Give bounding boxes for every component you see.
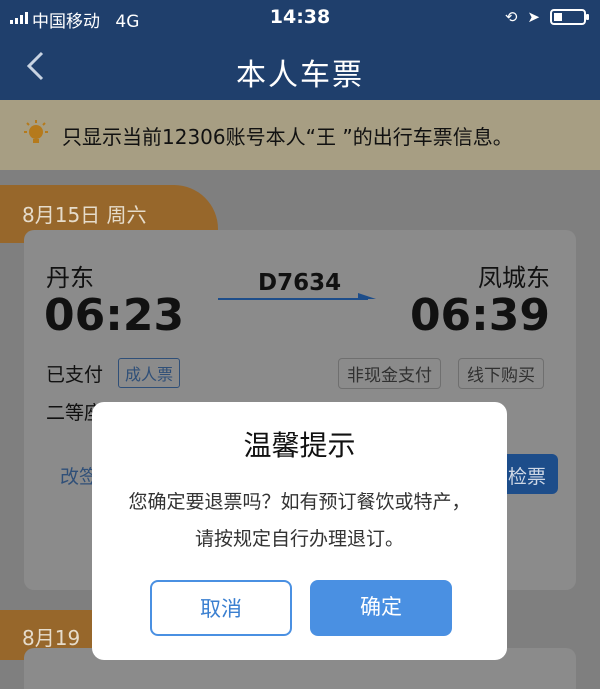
payment-method-tag: 非现金支付 — [338, 358, 441, 389]
date-label: 8月19 — [22, 626, 81, 650]
arrival-time: 06:39 — [409, 290, 550, 341]
cancel-button[interactable]: 取消 — [150, 580, 292, 636]
departure-station: 丹东 — [46, 264, 94, 292]
nav-bar: 本人车票 — [0, 36, 600, 100]
purchase-channel-tag: 线下购买 — [458, 358, 544, 389]
date-label: 8月15日 周六 — [22, 203, 147, 227]
rotation-lock-icon: ⟲ — [504, 8, 518, 26]
dialog-title: 温馨提示 — [243, 429, 356, 462]
ticket-type-badge: 成人票 — [118, 358, 181, 388]
dialog-message: 您确定要退票吗？如有预订餐饮或特产，请按规定自行办理退订。 — [128, 491, 471, 550]
notice-text: 只显示当前12306账号本人“王 ”的出行车票信息。 — [62, 125, 513, 149]
battery-icon — [550, 9, 589, 25]
page-title: 本人车票 — [236, 58, 364, 93]
payment-status: 已支付 — [46, 364, 104, 386]
status-bar: 中国移动 4G 14:38 ⟲ ➤ — [0, 0, 600, 36]
lightbulb-icon — [24, 120, 48, 143]
arrow-right-icon — [218, 293, 376, 300]
location-icon: ➤ — [527, 8, 540, 26]
confirm-button[interactable]: 确定 — [310, 580, 452, 636]
arrival-station: 凤城东 — [478, 264, 550, 292]
departure-time: 06:23 — [44, 290, 185, 341]
info-notice: 只显示当前12306账号本人“王 ”的出行车票信息。 — [0, 100, 600, 170]
